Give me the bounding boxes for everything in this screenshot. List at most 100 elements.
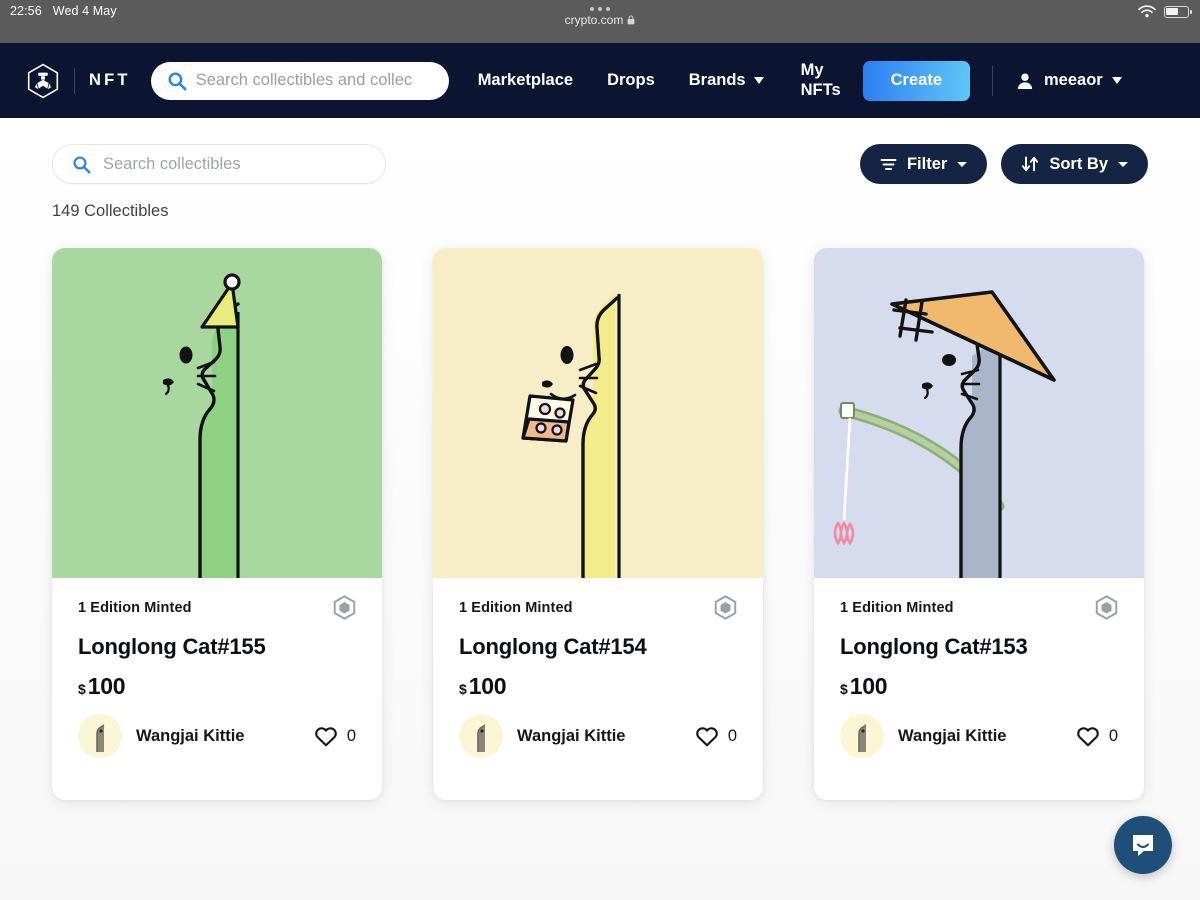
person-icon	[1017, 73, 1033, 89]
card-footer: Wangjai Kittie 0	[814, 700, 1144, 800]
global-search-placeholder: Search collectibles and collec	[195, 71, 413, 89]
nav-item-my-nfts[interactable]: My NFTs	[781, 61, 855, 100]
nav-links: Marketplace Drops Brands My NFTs Create …	[461, 60, 1178, 101]
nav-item-my-nfts-line1: My	[800, 61, 824, 80]
page-toolbar: Search collectibles Filter Sort By	[0, 118, 1200, 184]
card-footer: Wangjai Kittie 0	[433, 700, 763, 800]
toolbar-actions: Filter Sort By	[859, 144, 1148, 184]
like-count: 0	[346, 726, 356, 745]
heart-outline-icon	[696, 727, 718, 747]
collectible-title: Longlong Cat#155	[78, 634, 266, 659]
creator-avatar[interactable]	[459, 714, 503, 758]
collectible-artwork-green-party-hat	[52, 248, 382, 578]
creator-avatar[interactable]	[840, 714, 884, 758]
like-count: 0	[727, 726, 737, 745]
like-control[interactable]: 0	[1076, 725, 1118, 747]
nav-item-drops[interactable]: Drops	[590, 71, 672, 90]
like-control[interactable]: 0	[695, 725, 737, 747]
collectible-card[interactable]: 1 Edition Minted Longlong Cat#154 $ 100	[433, 248, 763, 800]
global-search-input[interactable]: Search collectibles and collec	[150, 61, 449, 100]
heart-outline-icon	[315, 727, 337, 747]
price-amount: 100	[87, 673, 126, 699]
collectibles-search-placeholder: Search collectibles	[103, 154, 241, 173]
filter-icon	[880, 158, 897, 170]
like-control[interactable]: 0	[314, 725, 356, 747]
collectible-title: Longlong Cat#153	[840, 634, 1028, 659]
price-currency: $	[840, 681, 848, 697]
brand-area[interactable]: NFT	[26, 63, 131, 99]
card-body: 1 Edition Minted Longlong Cat#154 $ 100	[433, 578, 763, 700]
nav-item-brands[interactable]: Brands	[672, 71, 781, 90]
edition-label: 1 Edition Minted	[459, 599, 573, 616]
card-body: 1 Edition Minted Longlong Cat#153 $ 100	[814, 578, 1144, 700]
status-right	[1138, 5, 1192, 18]
collectible-artwork-yellow-pizza	[433, 248, 763, 578]
card-body: 1 Edition Minted Longlong Cat#155 $ 100	[52, 578, 382, 700]
card-footer: Wangjai Kittie 0	[52, 700, 382, 800]
nav-item-drops-label: Drops	[607, 71, 655, 89]
price-currency: $	[78, 681, 86, 697]
sort-by-button-label: Sort By	[1049, 154, 1108, 173]
creator-name[interactable]: Wangjai Kittie	[898, 727, 1006, 746]
creator-name[interactable]: Wangjai Kittie	[517, 727, 625, 746]
cronos-chain-icon	[714, 595, 737, 620]
nav-item-my-nfts-line2: NFTs	[800, 80, 841, 99]
nav-item-marketplace[interactable]: Marketplace	[461, 71, 590, 90]
collectible-artwork-blue-straw-hat	[814, 248, 1144, 578]
chat-launcher-button[interactable]	[1114, 816, 1172, 874]
filter-button[interactable]: Filter	[859, 144, 988, 184]
tab-dots-icon	[590, 2, 610, 11]
create-button[interactable]: Create	[862, 60, 971, 101]
edition-label: 1 Edition Minted	[78, 599, 192, 616]
wifi-icon	[1138, 5, 1156, 18]
chevron-down-icon	[1111, 77, 1122, 84]
nav-item-marketplace-label: Marketplace	[477, 71, 574, 89]
collectible-card[interactable]: 1 Edition Minted Longlong Cat#153 $ 100	[814, 248, 1144, 800]
collectible-card[interactable]: 1 Edition Minted Longlong Cat#155 $ 100	[52, 248, 382, 800]
search-icon	[73, 155, 91, 173]
sort-arrows-icon	[1022, 156, 1039, 172]
battery-icon	[1164, 5, 1192, 18]
brand-name: NFT	[89, 71, 131, 89]
collectibles-page: Search collectibles Filter Sort By 149 C…	[0, 118, 1200, 900]
results-count: 149 Collectibles	[52, 202, 169, 220]
lock-icon	[627, 15, 635, 25]
crypto-com-logo-icon	[27, 63, 59, 98]
address-text: crypto.com	[564, 13, 624, 27]
chevron-down-icon	[957, 161, 968, 167]
nav-divider	[992, 65, 994, 96]
ipad-status-bar: 22:56 Wed 4 May crypto.com	[0, 0, 1200, 43]
sort-by-button[interactable]: Sort By	[1001, 144, 1148, 184]
price-amount: 100	[849, 673, 888, 699]
edition-row: 1 Edition Minted	[78, 595, 356, 620]
status-center: crypto.com	[0, 2, 1200, 27]
brand-divider	[74, 67, 75, 94]
like-count: 0	[1108, 726, 1118, 745]
price: $ 100	[78, 673, 356, 700]
collectibles-grid: 1 Edition Minted Longlong Cat#155 $ 100	[0, 221, 1200, 800]
price: $ 100	[459, 673, 737, 700]
collectibles-search-input[interactable]: Search collectibles	[52, 144, 386, 184]
filter-button-label: Filter	[906, 154, 948, 173]
search-icon	[168, 71, 187, 91]
price: $ 100	[840, 673, 1118, 700]
edition-row: 1 Edition Minted	[459, 595, 737, 620]
chevron-down-icon	[1118, 161, 1128, 167]
price-amount: 100	[468, 673, 507, 699]
collectible-title: Longlong Cat#154	[459, 634, 647, 659]
cronos-chain-icon	[1095, 595, 1118, 620]
account-menu[interactable]: meeaor	[1015, 71, 1122, 91]
chat-bubble-icon	[1133, 835, 1153, 856]
heart-outline-icon	[1077, 727, 1099, 747]
cronos-chain-icon	[333, 595, 356, 620]
account-name: meeaor	[1044, 71, 1103, 89]
edition-label: 1 Edition Minted	[840, 599, 954, 616]
price-currency: $	[459, 681, 467, 697]
address-label: crypto.com	[565, 13, 636, 27]
creator-avatar[interactable]	[78, 714, 122, 758]
creator-name[interactable]: Wangjai Kittie	[136, 727, 244, 746]
chevron-down-icon	[753, 77, 764, 84]
top-navigation-bar: NFT Search collectibles and collec Marke…	[0, 43, 1200, 118]
nav-item-brands-label: Brands	[688, 71, 746, 89]
edition-row: 1 Edition Minted	[840, 595, 1118, 620]
